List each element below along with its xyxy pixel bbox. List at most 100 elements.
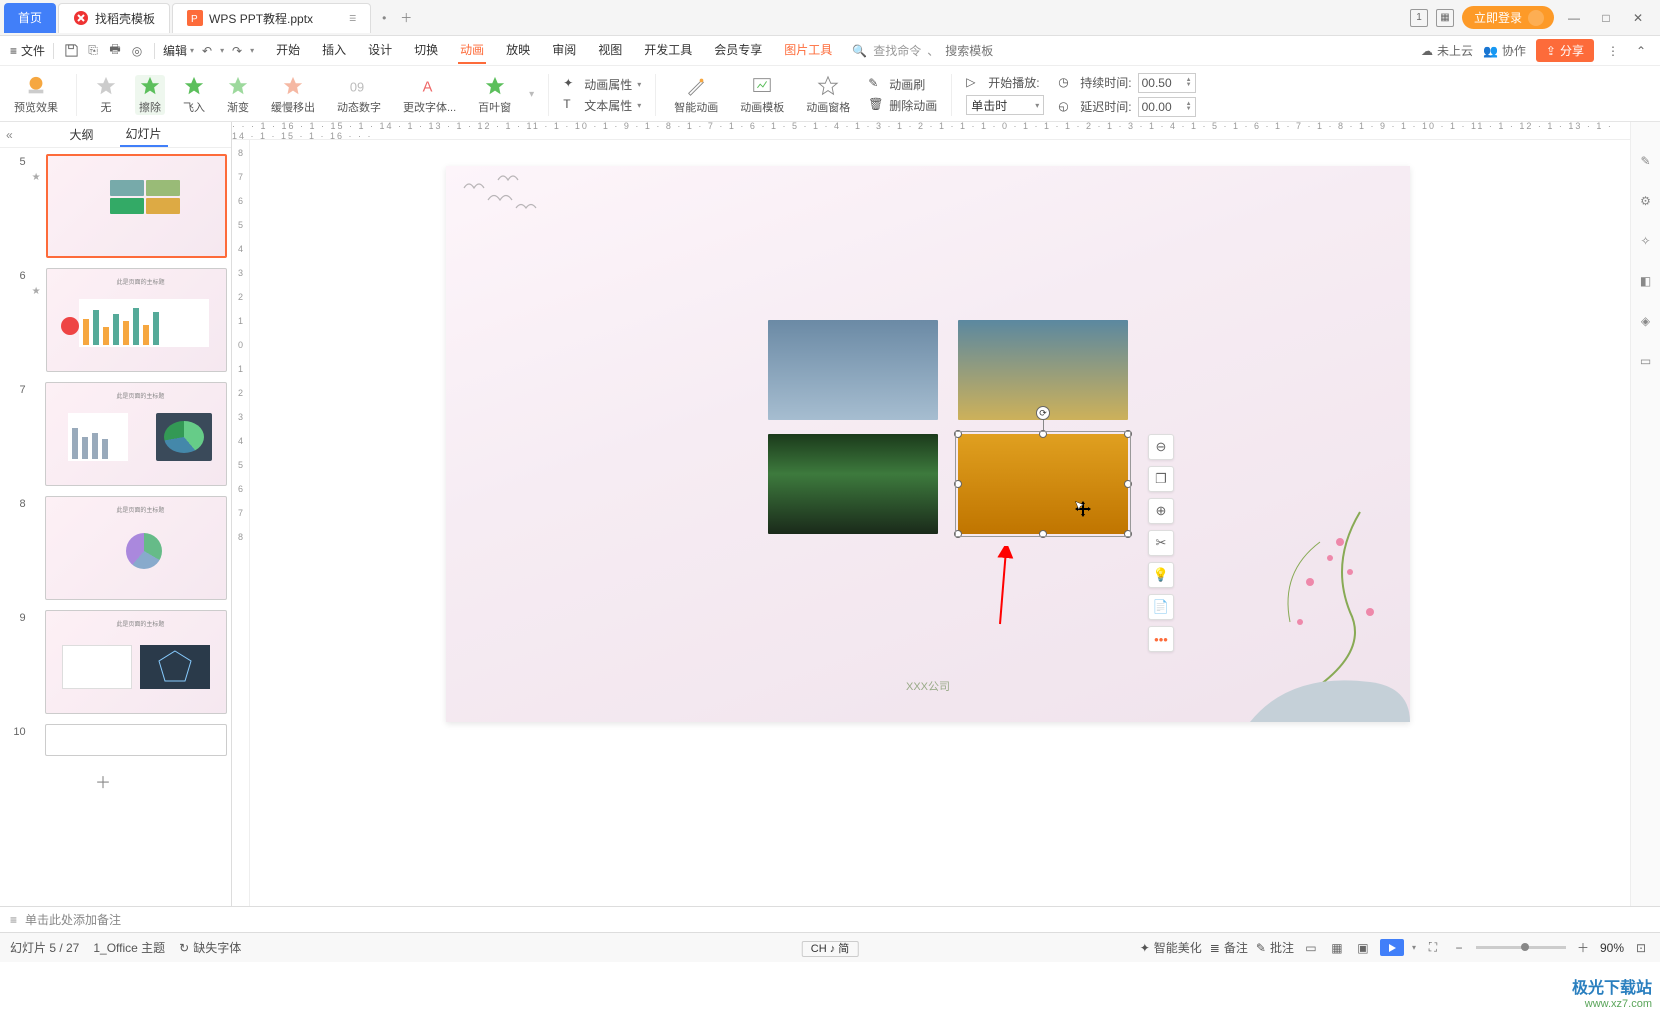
tab-add-icon[interactable]: ＋ [395,7,417,29]
print-icon[interactable]: 🖶 [106,42,124,60]
tab-home[interactable]: 首页 [4,3,56,33]
slide-counter[interactable]: 幻灯片 5 / 27 [10,939,79,956]
idea-icon[interactable]: 💡 [1148,562,1174,588]
login-button[interactable]: 立即登录 [1462,6,1554,29]
slide-stage[interactable]: ⟳ ⊖ ❐ [250,140,1630,906]
delete-anim-button[interactable]: 🗑删除动画 [868,97,937,114]
minimize-icon[interactable]: — [1562,6,1586,30]
thumb-6[interactable]: 此是页面的主标题 [46,268,227,372]
effect-flyin[interactable]: 飞入 [179,75,209,115]
zoom-in-icon[interactable]: ＋ [1574,939,1592,957]
smart-anim-button[interactable]: 智能动画 [670,75,722,115]
present-pane-icon[interactable]: ▭ [1637,352,1655,370]
maximize-icon[interactable]: □ [1594,6,1618,30]
thumb-5[interactable] [46,154,227,258]
effect-font-change[interactable]: A更改字体... [399,75,460,115]
thumb-8[interactable]: 此是页面的主标题 [45,496,227,600]
image-maple-selected[interactable]: ⟳ [958,434,1128,534]
text-prop-button[interactable]: T文本属性▾ [563,97,641,114]
thumb-7[interactable]: 此是页面的主标题 [45,382,227,486]
coop-button[interactable]: 👥 协作 [1483,42,1526,59]
crop-icon[interactable]: ✂ [1148,530,1174,556]
tab-slides[interactable]: 幻灯片 [120,122,168,147]
window-mode-icon[interactable]: 1 [1410,9,1428,27]
collapse-ribbon-icon[interactable]: ⌃ [1632,42,1650,60]
tab-outline[interactable]: 大纲 [63,123,99,146]
collapse-tool-icon[interactable]: ⊖ [1148,434,1174,460]
design-pane-icon[interactable]: ✎ [1637,152,1655,170]
share-button[interactable]: ⇪ 分享 [1536,39,1594,62]
undo-drop-icon[interactable]: ▾ [220,46,224,55]
tab-start[interactable]: 开始 [274,37,302,64]
effect-shutter[interactable]: 百叶窗 [474,75,515,115]
tab-templates[interactable]: 找稻壳模板 [58,3,170,33]
normal-view-icon[interactable]: ▭ [1302,939,1320,957]
ime-indicator[interactable]: CH ♪ 简 [802,941,859,957]
duration-input[interactable]: 00.50▲▼ [1138,73,1196,93]
zoom-slider[interactable] [1476,946,1566,949]
anim-template-button[interactable]: 动画模板 [736,75,788,115]
command-search[interactable]: 🔍 查找命令、 [852,42,1065,59]
fit-page-icon[interactable]: ⊡ [1632,939,1650,957]
add-slide-button[interactable]: ＋ [10,766,196,796]
tab-review[interactable]: 审阅 [550,37,578,64]
zoom-icon[interactable]: ⊕ [1148,498,1174,524]
start-play-select[interactable]: 单击时▾ [966,95,1044,115]
more-tool-icon[interactable]: ••• [1148,626,1174,652]
tab-menu-icon[interactable]: ☰ [349,14,356,23]
gallery-expand-icon[interactable]: ▾ [529,89,534,100]
image-mountain[interactable] [768,320,938,420]
settings-pane-icon[interactable]: ⚙ [1637,192,1655,210]
fit-icon[interactable]: ⛶ [1424,939,1442,957]
material-pane-icon[interactable]: ◧ [1637,272,1655,290]
delay-input[interactable]: 00.00▲▼ [1138,97,1196,117]
theme-name[interactable]: 1_Office 主题 [93,939,165,956]
thumb-10[interactable] [45,724,227,756]
more-icon[interactable]: ⋮ [1604,42,1622,60]
resize-handle[interactable] [1124,480,1132,488]
tab-design[interactable]: 设计 [366,37,394,64]
search-input[interactable] [945,44,1065,58]
effect-none[interactable]: 无 [91,75,121,115]
cloud-status[interactable]: ☁ 未上云 [1421,42,1473,59]
tab-member[interactable]: 会员专享 [712,37,764,64]
animation-pane-icon[interactable]: ✧ [1637,232,1655,250]
tab-animation[interactable]: 动画 [458,37,486,64]
collapse-panel-icon[interactable]: « [6,128,13,142]
redo-drop-icon[interactable]: ▾ [250,46,254,55]
notes-toggle[interactable]: ≣ 备注 [1210,939,1248,956]
effect-fade[interactable]: 渐变 [223,75,253,115]
resize-handle[interactable] [954,480,962,488]
app-grid-icon[interactable]: ▦ [1436,9,1454,27]
security-pane-icon[interactable]: ◈ [1637,312,1655,330]
preview-effect-button[interactable]: 预览效果 [10,75,62,115]
tab-dev[interactable]: 开发工具 [642,37,694,64]
resize-handle[interactable] [1039,530,1047,538]
rotate-handle-icon[interactable]: ⟳ [1036,406,1050,420]
tab-view[interactable]: 视图 [596,37,624,64]
close-icon[interactable]: ✕ [1626,6,1650,30]
tab-transition[interactable]: 切换 [412,37,440,64]
slideshow-drop-icon[interactable]: ▾ [1412,943,1416,952]
save-icon[interactable] [62,42,80,60]
redo-icon[interactable]: ↷ [228,42,246,60]
anim-pane-button[interactable]: 动画窗格 [802,75,854,115]
slideshow-button[interactable] [1380,939,1404,956]
resize-handle[interactable] [1124,430,1132,438]
effect-slowmove[interactable]: 缓慢移出 [267,75,319,115]
image-leaves[interactable] [768,434,938,534]
comments-toggle[interactable]: ✎ 批注 [1256,939,1294,956]
tab-show[interactable]: 放映 [504,37,532,64]
tab-pic-tools[interactable]: 图片工具 [782,37,834,64]
effect-dyn-number[interactable]: 09动态数字 [333,75,385,115]
tab-close-icon[interactable]: • [373,7,395,29]
missing-fonts[interactable]: ↻ 缺失字体 [179,939,241,956]
thumb-9[interactable]: 此是页面的主标题 [45,610,227,714]
resize-handle[interactable] [1124,530,1132,538]
zoom-out-icon[interactable]: − [1450,939,1468,957]
layers-icon[interactable]: ❐ [1148,466,1174,492]
undo-icon[interactable]: ↶ [198,42,216,60]
resize-handle[interactable] [1039,430,1047,438]
sorter-view-icon[interactable]: ▦ [1328,939,1346,957]
preview-icon[interactable]: ◎ [128,42,146,60]
